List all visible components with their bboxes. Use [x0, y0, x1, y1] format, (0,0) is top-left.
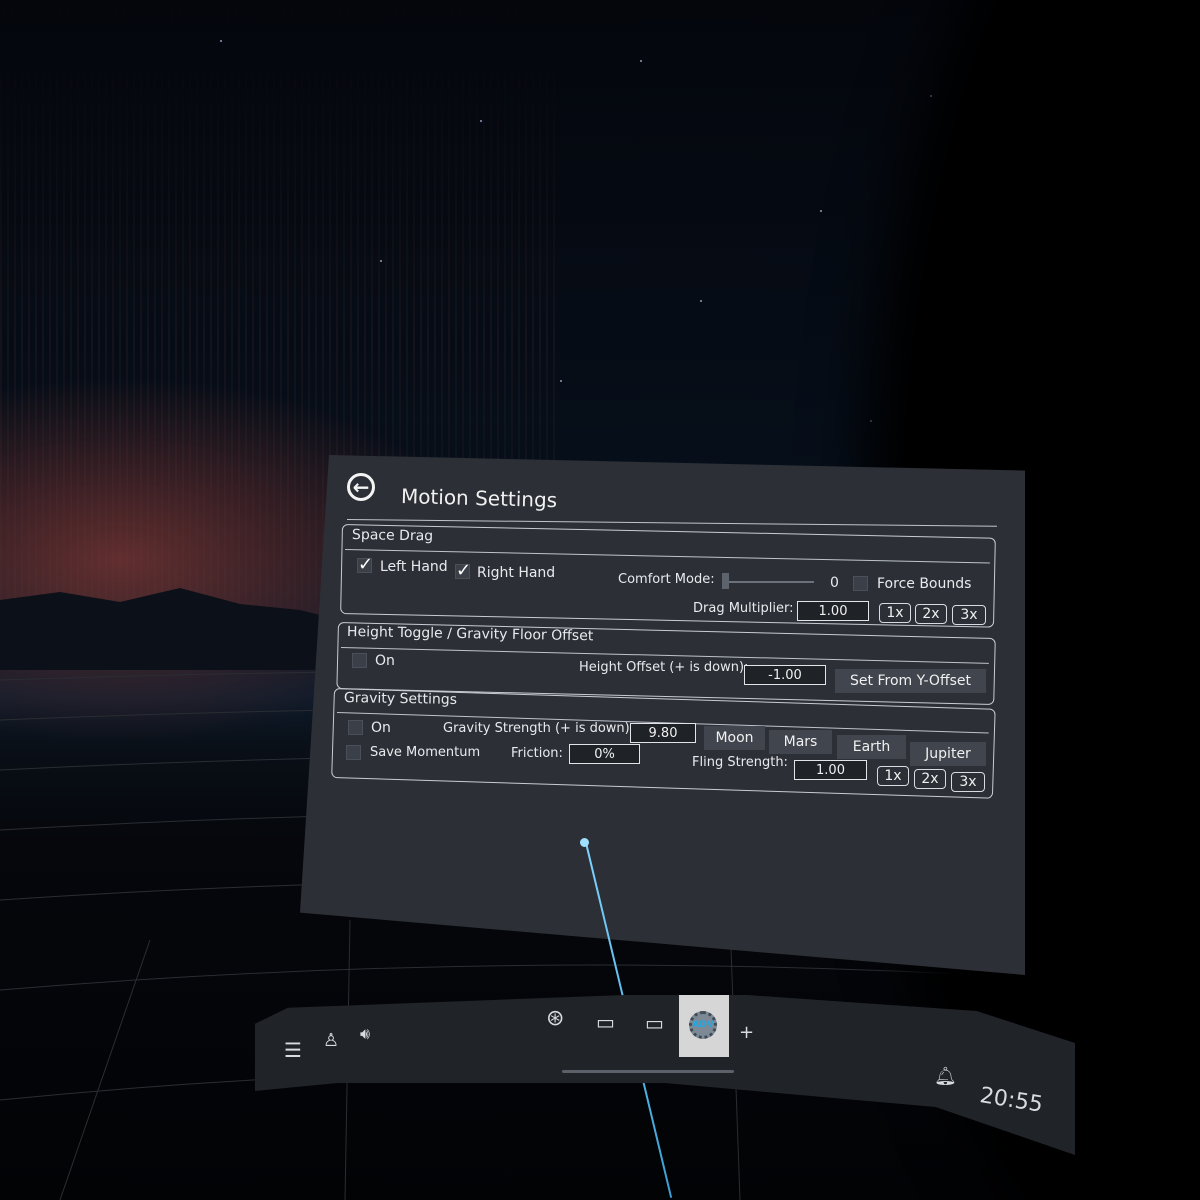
gravity-on-checkbox[interactable] — [348, 720, 363, 735]
gravity-preset-jupiter-button[interactable]: Jupiter — [910, 742, 986, 766]
friction-input[interactable]: 0% — [569, 744, 640, 764]
dashboard-scrollbar[interactable] — [562, 1070, 734, 1073]
fling-multiplier-3x-button[interactable]: 3x — [951, 772, 985, 792]
star — [930, 95, 932, 97]
left-hand-label: Left Hand — [380, 559, 448, 575]
add-tab-button[interactable]: + — [739, 1024, 754, 1042]
back-button[interactable]: ← — [347, 473, 375, 501]
comfort-mode-slider-thumb[interactable] — [722, 573, 729, 589]
comfort-mode-label: Comfort Mode: — [618, 572, 715, 587]
gravity-preset-moon-button[interactable]: Moon — [704, 726, 765, 750]
right-hand-checkbox[interactable] — [455, 560, 471, 581]
steam-icon[interactable]: ⊛ — [546, 1008, 564, 1030]
gravity-preset-earth-button[interactable]: Earth — [837, 735, 906, 759]
save-momentum-checkbox[interactable] — [346, 745, 361, 760]
gravity-preset-mars-button[interactable]: Mars — [769, 730, 832, 754]
star — [640, 60, 642, 62]
drag-multiplier-label: Drag Multiplier: — [693, 601, 794, 616]
drag-multiplier-3x-button[interactable]: 3x — [952, 605, 986, 625]
height-toggle-on-checkbox[interactable] — [352, 653, 367, 668]
star — [560, 380, 562, 382]
fling-strength-input[interactable]: 1.00 — [794, 760, 867, 780]
force-bounds-checkbox[interactable] — [853, 576, 868, 591]
comfort-mode-slider[interactable] — [722, 581, 814, 583]
set-from-y-offset-button[interactable]: Set From Y-Offset — [835, 669, 986, 693]
star — [700, 300, 702, 302]
height-offset-label: Height Offset (+ is down): — [579, 660, 749, 675]
star — [870, 420, 872, 422]
comfort-mode-value: 0 — [830, 575, 839, 591]
star — [220, 40, 222, 42]
person-icon[interactable]: ♙ — [323, 1032, 339, 1050]
gravity-on-label: On — [371, 720, 391, 736]
drag-multiplier-input[interactable]: 1.00 — [797, 601, 869, 621]
friction-label: Friction: — [511, 746, 563, 761]
drag-multiplier-2x-button[interactable]: 2x — [915, 604, 947, 624]
fling-multiplier-2x-button[interactable]: 2x — [914, 769, 946, 789]
menu-icon[interactable]: ☰ — [284, 1040, 302, 1060]
star — [480, 120, 482, 122]
star — [380, 260, 382, 262]
left-hand-checkbox[interactable] — [357, 554, 373, 575]
laser-cursor-dot — [580, 838, 589, 847]
advanced-settings-icon[interactable]: ADV — [689, 1011, 717, 1039]
force-bounds-label: Force Bounds — [877, 576, 972, 592]
height-toggle-on-label: On — [375, 653, 395, 669]
drag-multiplier-1x-button[interactable]: 1x — [879, 603, 911, 623]
star — [820, 210, 822, 212]
height-offset-input[interactable]: -1.00 — [744, 665, 826, 685]
gravity-strength-input[interactable]: 9.80 — [630, 723, 696, 743]
gravity-strength-label: Gravity Strength (+ is down): — [443, 721, 635, 736]
page-title: Motion Settings — [400, 484, 558, 513]
volume-icon[interactable]: 🔊︎ — [360, 1026, 370, 1042]
fling-strength-label: Fling Strength: — [692, 755, 788, 770]
back-arrow-icon: ← — [352, 475, 370, 499]
fling-multiplier-1x-button[interactable]: 1x — [877, 766, 909, 786]
bell-icon[interactable]: 🔔︎ — [934, 1068, 957, 1086]
right-hand-label: Right Hand — [477, 565, 556, 581]
desktop-icon[interactable]: ▭ — [645, 1013, 664, 1033]
desktop-icon[interactable]: ▭ — [596, 1012, 615, 1032]
save-momentum-label: Save Momentum — [370, 745, 481, 760]
